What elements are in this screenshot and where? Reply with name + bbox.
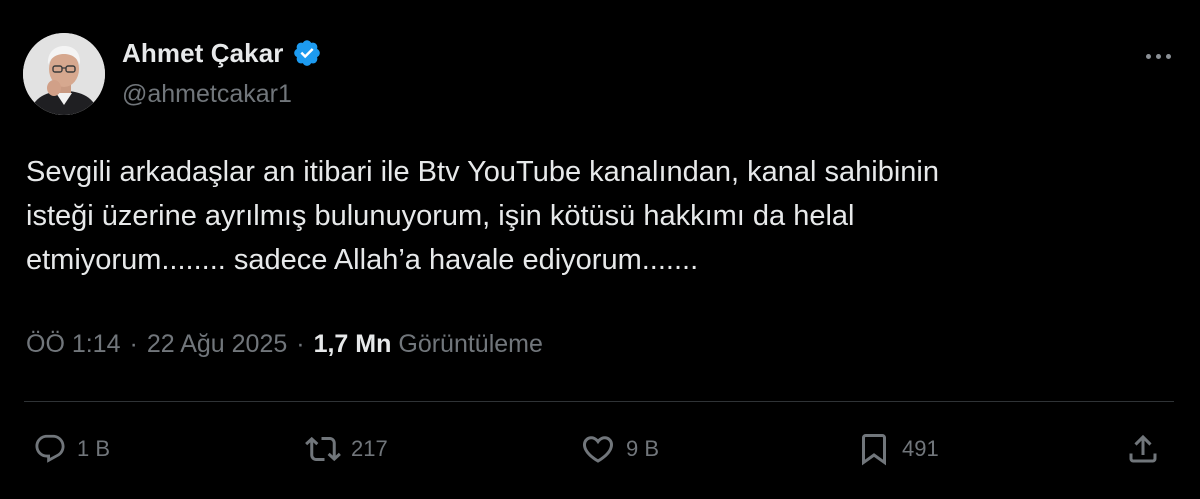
views-label: Görüntüleme bbox=[398, 329, 543, 358]
retweet-count: 217 bbox=[351, 436, 388, 461]
meta-separator: · bbox=[296, 329, 305, 358]
views-count[interactable]: 1,7 Mn bbox=[314, 330, 392, 359]
bookmark-button[interactable]: 491 bbox=[856, 428, 939, 470]
bookmark-icon bbox=[856, 431, 892, 467]
share-icon bbox=[1125, 431, 1161, 467]
more-dot bbox=[1165, 53, 1171, 59]
heart-icon bbox=[580, 431, 616, 467]
author-name-row: Ahmet Çakar bbox=[122, 36, 322, 70]
meta-separator: · bbox=[129, 329, 138, 358]
reply-count: 1 B bbox=[77, 436, 111, 461]
divider bbox=[24, 401, 1174, 402]
tweet-text: Sevgili arkadaşlar an itibari ile Btv Yo… bbox=[26, 156, 940, 276]
more-horizontal-icon bbox=[1145, 53, 1151, 59]
reply-icon bbox=[33, 432, 67, 466]
more-options-button[interactable] bbox=[1138, 41, 1178, 71]
like-button[interactable]: 9 B bbox=[580, 428, 659, 470]
bookmark-count: 491 bbox=[902, 436, 939, 461]
retweet-button[interactable]: 217 bbox=[305, 428, 388, 470]
verified-badge-icon[interactable] bbox=[292, 38, 322, 68]
avatar[interactable] bbox=[23, 33, 105, 115]
reply-button[interactable]: 1 B bbox=[33, 428, 110, 470]
tweet-meta: ÖÖ 1:14 · 22 Ağu 2025 · 1,7 Mn Görüntüle… bbox=[26, 324, 543, 364]
more-dot bbox=[1155, 53, 1161, 59]
author-display-name[interactable]: Ahmet Çakar bbox=[122, 38, 284, 69]
tweet-card: Ahmet Çakar @ahmetcakar1 Sevgili arkadaş… bbox=[0, 0, 1200, 499]
tweet-time[interactable]: ÖÖ 1:14 bbox=[26, 330, 121, 359]
share-button[interactable] bbox=[1125, 428, 1161, 470]
author-handle[interactable]: @ahmetcakar1 bbox=[122, 80, 292, 109]
like-count: 9 B bbox=[626, 436, 660, 461]
tweet-date[interactable]: 22 Ağu 2025 bbox=[147, 330, 287, 359]
retweet-icon bbox=[305, 431, 341, 467]
